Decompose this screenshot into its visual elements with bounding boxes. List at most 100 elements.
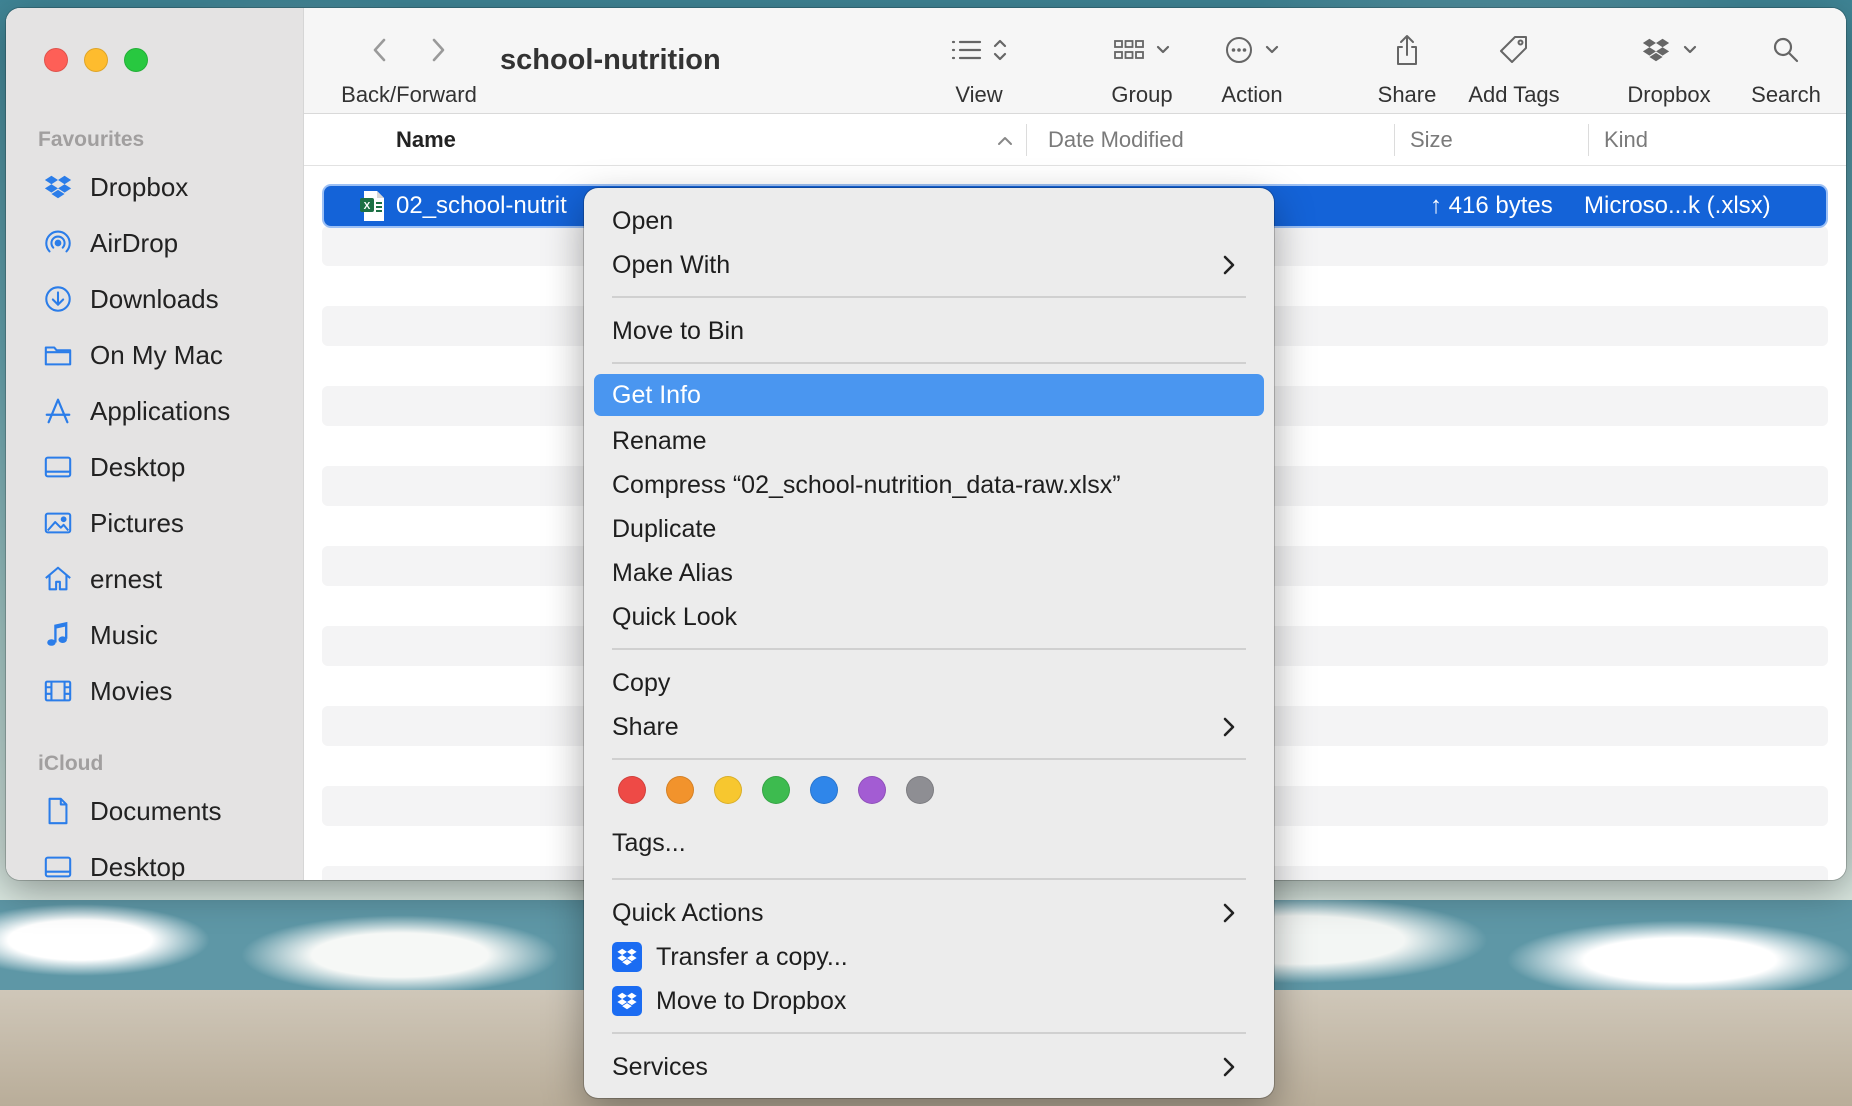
sidebar-item-label: Movies: [90, 675, 173, 706]
sidebar-item-pictures[interactable]: Pictures: [42, 503, 184, 543]
menu-item-open-with[interactable]: Open With: [594, 244, 1264, 286]
menu-item-label: Move to Bin: [612, 316, 745, 345]
tag-yellow[interactable]: [714, 776, 742, 804]
sidebar-item-airdrop[interactable]: AirDrop: [42, 223, 178, 263]
downloads-icon: [42, 283, 74, 315]
search-button[interactable]: Search: [1744, 30, 1828, 108]
menu-item-make-alias[interactable]: Make Alias: [594, 552, 1264, 594]
sidebar-item-music[interactable]: Music: [42, 615, 158, 655]
menu-item-transfer-copy[interactable]: Transfer a copy...: [594, 936, 1264, 978]
chevron-right-icon: [1223, 717, 1235, 737]
menu-item-rename[interactable]: Rename: [594, 420, 1264, 462]
tag-purple[interactable]: [858, 776, 886, 804]
sidebar-item-dropbox[interactable]: Dropbox: [42, 167, 188, 207]
menu-separator: [612, 362, 1246, 364]
search-icon: [1773, 37, 1799, 63]
column-size[interactable]: Size: [1410, 114, 1453, 166]
sidebar-item-applications[interactable]: Applications: [42, 391, 230, 431]
sidebar-section-favourites: Favourites: [38, 128, 145, 151]
menu-item-label: Quick Look: [612, 602, 738, 631]
sidebar-item-ernest[interactable]: ernest: [42, 559, 162, 599]
sidebar-item-label: On My Mac: [90, 339, 223, 370]
sidebar-item-label: Documents: [90, 795, 222, 826]
action-button[interactable]: Action: [1212, 30, 1292, 108]
menu-item-label: Move to Dropbox: [656, 986, 847, 1015]
menu-item-label: Rename: [612, 426, 707, 455]
chevron-right-icon: [1223, 1057, 1235, 1077]
menu-item-copy[interactable]: Copy: [594, 662, 1264, 704]
sidebar-item-icloud-desktop[interactable]: Desktop: [42, 847, 185, 880]
menu-separator: [612, 758, 1246, 760]
view-button[interactable]: View: [934, 30, 1024, 108]
ellipsis-circle-icon: [1226, 37, 1252, 63]
menu-item-get-info[interactable]: Get Info: [594, 374, 1264, 416]
sidebar-item-desktop[interactable]: Desktop: [42, 447, 185, 487]
menu-item-quick-actions[interactable]: Quick Actions: [594, 892, 1264, 934]
applications-icon: [42, 395, 74, 427]
movies-icon: [42, 675, 74, 707]
chevron-down-icon: [1683, 45, 1697, 54]
dropbox-icon: [42, 171, 74, 203]
menu-item-move-to-dropbox[interactable]: Move to Dropbox: [594, 980, 1264, 1022]
search-label: Search: [1751, 82, 1821, 107]
menu-item-tags[interactable]: Tags...: [594, 822, 1264, 864]
column-date-modified[interactable]: Date Modified: [1048, 114, 1184, 166]
menu-item-label: Copy: [612, 668, 671, 697]
zoom-button[interactable]: [124, 48, 148, 72]
chevron-left-icon[interactable]: [367, 35, 393, 65]
tag-red[interactable]: [618, 776, 646, 804]
sidebar-item-label: Desktop: [90, 851, 186, 881]
menu-item-quick-look[interactable]: Quick Look: [594, 596, 1264, 638]
minimize-button[interactable]: [84, 48, 108, 72]
dropbox-button[interactable]: Dropbox: [1624, 30, 1714, 108]
tag-orange[interactable]: [666, 776, 694, 804]
sidebar-item-label: Music: [90, 619, 158, 650]
menu-item-label: Make Alias: [612, 558, 733, 587]
folder-icon: [42, 339, 74, 371]
sidebar-item-downloads[interactable]: Downloads: [42, 279, 219, 319]
sidebar-item-label: ernest: [90, 563, 163, 594]
menu-item-share[interactable]: Share: [594, 706, 1264, 748]
chevron-down-icon: [1265, 45, 1279, 54]
tag-green[interactable]: [762, 776, 790, 804]
sidebar: Favourites Dropbox AirDrop Downloads On …: [6, 8, 304, 880]
group-button[interactable]: Group: [1102, 30, 1182, 108]
chevron-down-icon: [1156, 45, 1170, 54]
chevron-updown-icon: [993, 39, 1007, 61]
sidebar-item-label: Downloads: [90, 283, 219, 314]
sidebar-item-on-my-mac[interactable]: On My Mac: [42, 335, 223, 375]
menu-item-label: Services: [612, 1052, 708, 1081]
close-button[interactable]: [44, 48, 68, 72]
file-kind: Microso...k (.xlsx): [1584, 192, 1771, 219]
menu-item-label: Get Info: [612, 380, 701, 409]
add-tags-button[interactable]: Add Tags: [1464, 30, 1564, 108]
sidebar-item-movies[interactable]: Movies: [42, 671, 172, 711]
menu-item-move-to-bin[interactable]: Move to Bin: [594, 310, 1264, 352]
menu-separator: [612, 878, 1246, 880]
airdrop-icon: [42, 227, 74, 259]
menu-item-label: Open: [612, 206, 674, 235]
view-label: View: [955, 82, 1003, 107]
share-icon: [1397, 35, 1417, 65]
menu-item-label: Compress “02_school-nutrition_data-raw.x…: [612, 470, 1121, 499]
menu-item-services[interactable]: Services: [594, 1046, 1264, 1088]
sidebar-item-documents[interactable]: Documents: [42, 791, 222, 831]
menu-item-duplicate[interactable]: Duplicate: [594, 508, 1264, 550]
menu-item-compress[interactable]: Compress “02_school-nutrition_data-raw.x…: [594, 464, 1264, 506]
svg-text:X: X: [364, 201, 371, 212]
toolbar: Back/Forward school-nutrition View Group…: [304, 8, 1846, 114]
column-kind[interactable]: Kind: [1604, 114, 1648, 166]
sidebar-item-label: Pictures: [90, 507, 184, 538]
column-separator: [1394, 124, 1395, 156]
menu-item-open[interactable]: Open: [594, 200, 1264, 242]
document-icon: [42, 795, 74, 827]
share-button[interactable]: Share: [1370, 30, 1444, 108]
column-separator: [1026, 124, 1027, 156]
column-name[interactable]: Name: [396, 114, 456, 166]
dropbox-icon: [1642, 38, 1670, 62]
menu-item-label: Duplicate: [612, 514, 717, 543]
column-separator: [1588, 124, 1589, 156]
tag-gray[interactable]: [906, 776, 934, 804]
tag-blue[interactable]: [810, 776, 838, 804]
chevron-right-icon[interactable]: [425, 35, 451, 65]
